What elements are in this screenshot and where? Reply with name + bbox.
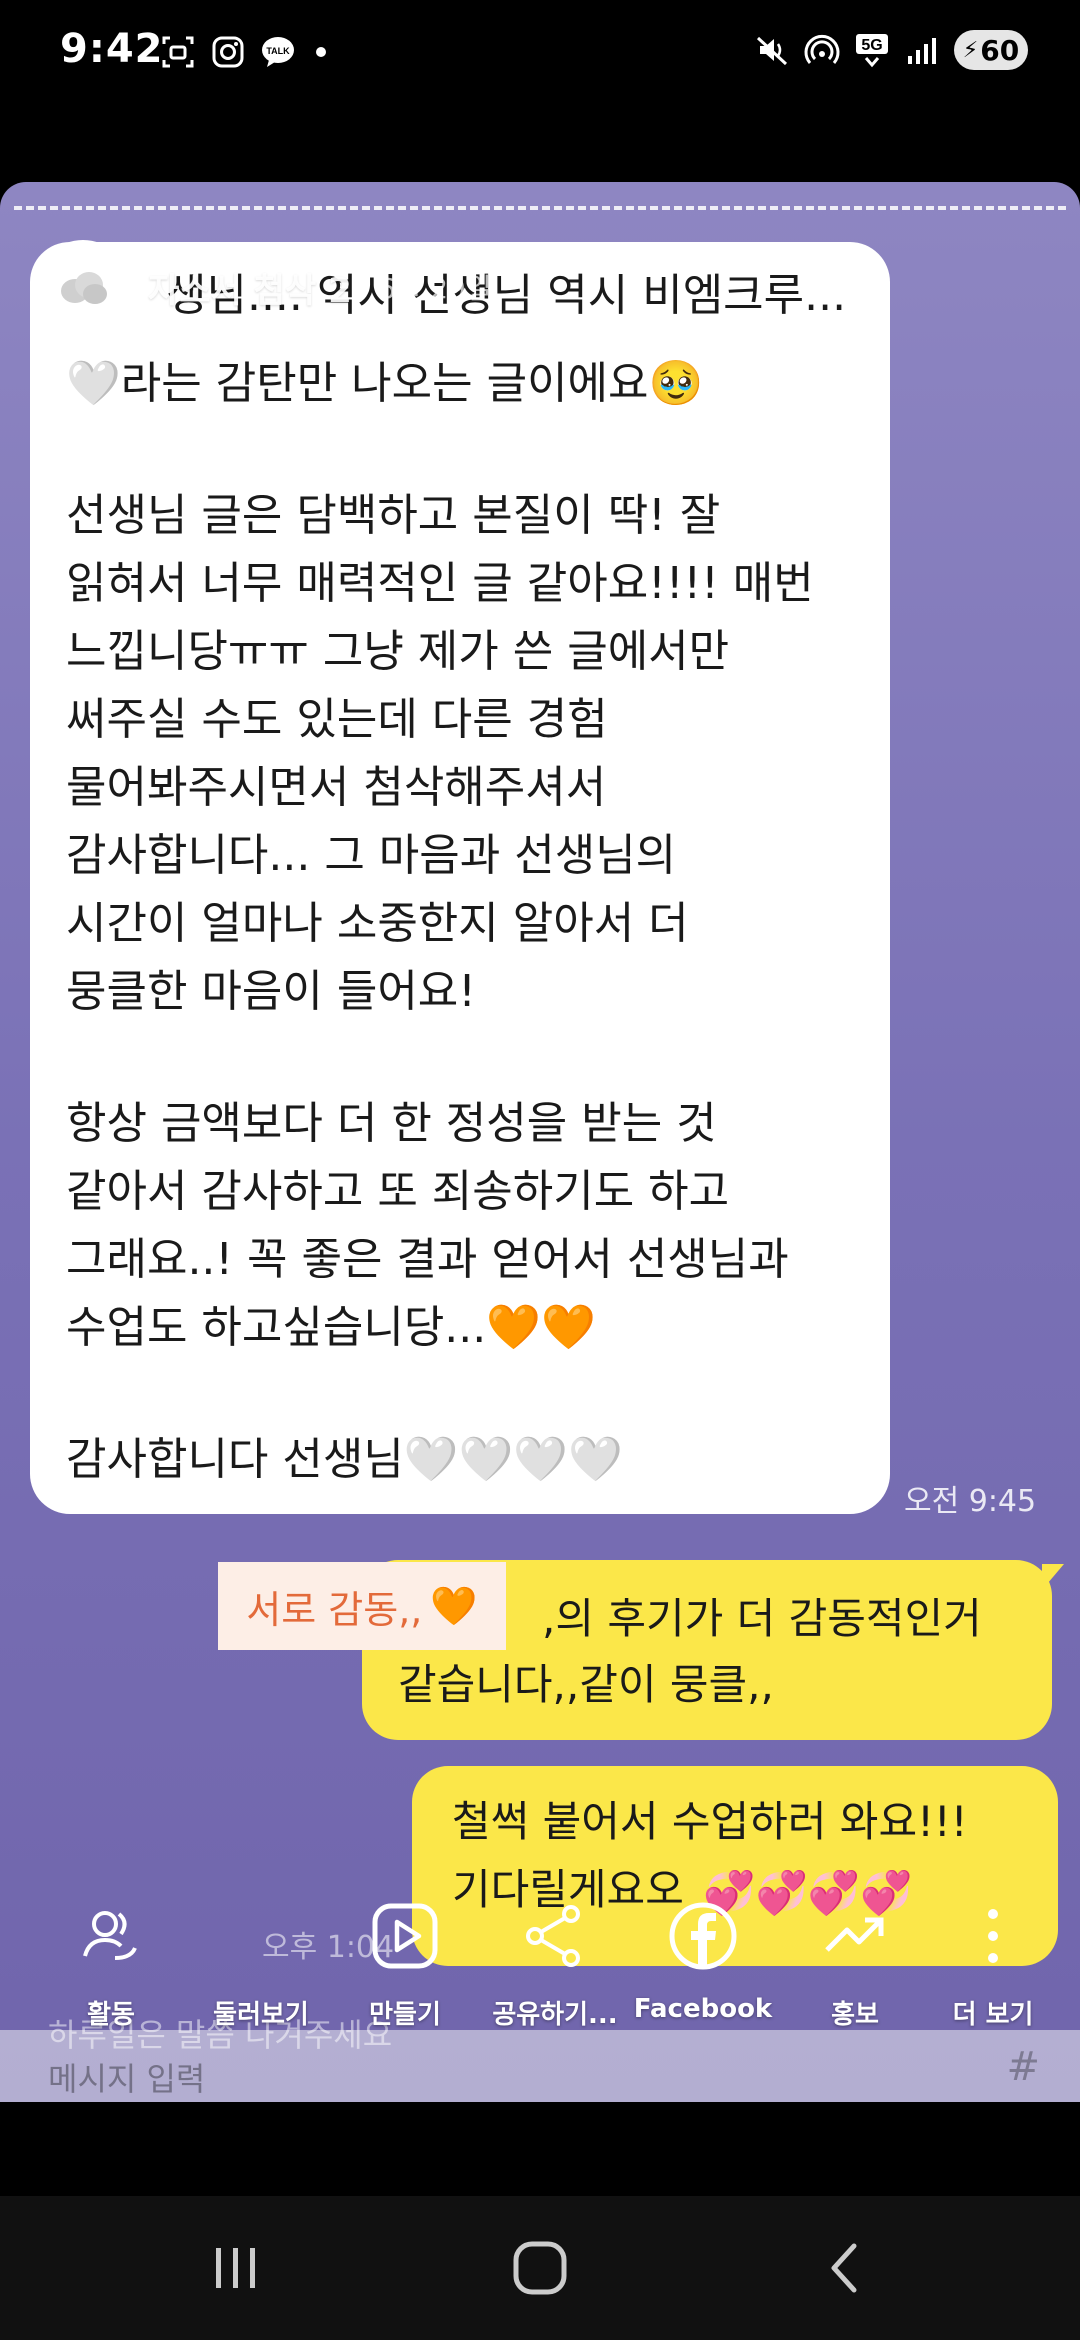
cloud-icon xyxy=(61,272,107,304)
facebook-button[interactable]: Facebook xyxy=(628,1882,778,2024)
action-label: 둘러보기 xyxy=(213,2000,309,2030)
story-account-name[interactable]: 자소서 첨삭 2 xyxy=(148,263,352,312)
create-button[interactable]: 만들기 xyxy=(330,1882,480,2031)
screenshot-icon xyxy=(162,36,194,68)
message-line: 감사합니다 선생님🤍🤍🤍🤍 xyxy=(66,1434,623,1485)
orange-heart-icon: 🧡 xyxy=(430,1583,478,1628)
notification-icons: TALK xyxy=(160,34,326,70)
message-line: 느낍니당ㅠㅠ 그냥 제가 쓴 글에서만 xyxy=(66,626,730,677)
svg-text:5G: 5G xyxy=(861,37,882,54)
story-progress-bar xyxy=(14,206,1066,210)
message-line: 읽혀서 너무 매력적인 글 같아요!!!! 매번 xyxy=(66,558,814,609)
more-notifications-dot xyxy=(316,47,326,57)
battery-indicator: ⚡ 60 xyxy=(954,30,1028,70)
battery-level: 60 xyxy=(980,33,1020,67)
charging-icon: ⚡ xyxy=(962,37,979,63)
message-line: 같습니다,,같이 뭉클,, xyxy=(398,1660,774,1709)
action-label: 공유하기... xyxy=(492,2000,618,2030)
message-line: 써주실 수도 있는데 다른 경험 xyxy=(66,694,608,745)
home-button[interactable] xyxy=(500,2236,580,2300)
hash-icon: # xyxy=(1006,2044,1040,2090)
share-button[interactable]: 공유하기... xyxy=(480,1882,630,2031)
message-line: 수업도 하고싶습니당...🧡🧡 xyxy=(66,1302,596,1353)
message-line: 뭉클한 마음이 들어요! xyxy=(66,966,476,1017)
instagram-icon xyxy=(212,36,244,68)
action-label: Facebook xyxy=(633,1994,773,2024)
sticker-text: 서로 감동,, xyxy=(246,1587,423,1632)
message-line: 시간이 얼마나 소중한지 알아서 더 xyxy=(66,898,689,949)
message-line: 같아서 감사하고 또 죄송하기도 하고 xyxy=(66,1166,730,1217)
bubble-tail xyxy=(1042,1564,1064,1590)
story-date: 6월 29일 xyxy=(377,272,492,305)
received-time: 오전 9:45 xyxy=(904,1484,1037,1519)
promote-icon xyxy=(825,1917,884,1952)
browse-button[interactable]: 둘러보기 xyxy=(186,1882,336,2031)
system-nav-bar xyxy=(0,2196,1080,2340)
back-icon xyxy=(831,2243,857,2293)
chat-input-placeholder: 메시지 입력 xyxy=(48,2060,206,2098)
message-line: 감사합니다... 그 마음과 선생님의 xyxy=(66,830,677,881)
recent-apps-button[interactable] xyxy=(196,2236,276,2300)
more-icon xyxy=(988,1909,998,1963)
promote-button[interactable]: 홍보 xyxy=(780,1882,930,2031)
activity-button[interactable]: 활동 xyxy=(36,1882,186,2031)
action-label: 홍보 xyxy=(831,2000,879,2030)
message-line: 철썩 붙어서 수업하러 와요!!! xyxy=(452,1797,968,1846)
mute-icon xyxy=(756,36,788,66)
hotspot-icon xyxy=(804,34,840,64)
avatar[interactable] xyxy=(36,240,130,334)
story-header[interactable]: 자소서 첨삭 2 6월 29일 xyxy=(36,240,492,334)
action-label: 활동 xyxy=(87,2000,135,2030)
message-line: 그래요..! 꼭 좋은 결과 얻어서 선생님과 xyxy=(66,1234,789,1285)
create-icon xyxy=(372,1903,438,1969)
received-message-bubble: 🤍라는 감탄만 나오는 글이에요🥹 선생님 글은 담백하고 본질이 딱! 잘 읽… xyxy=(30,242,890,1514)
browse-icon xyxy=(225,1900,297,1972)
share-icon xyxy=(526,1905,580,1967)
text-sticker[interactable]: 서로 감동,, 🧡 xyxy=(218,1562,506,1650)
action-label: 만들기 xyxy=(369,2000,441,2030)
system-icons: 5G ⚡ 60 xyxy=(754,30,1028,70)
message-line: 🤍라는 감탄만 나오는 글이에요🥹 xyxy=(66,358,704,409)
story-action-bar: 활동 둘러보기 만들기 공유하기... Facebook 홍보 더 보기 xyxy=(0,1882,1080,2042)
more-button[interactable]: 더 보기 xyxy=(918,1882,1068,2031)
activity-icon xyxy=(83,1911,137,1960)
back-button[interactable] xyxy=(804,2236,884,2300)
status-bar: 9:42 TALK 5G ⚡ 60 xyxy=(0,0,1080,115)
facebook-icon xyxy=(669,1902,737,1970)
message-line: 선생님 글은 담백하고 본질이 딱! 잘 xyxy=(66,490,721,541)
home-icon xyxy=(513,2241,567,2295)
5g-icon: 5G xyxy=(856,34,888,68)
signal-icon xyxy=(908,38,936,64)
kakaotalk-icon: TALK xyxy=(262,37,294,67)
recent-apps-icon xyxy=(216,2248,255,2288)
message-line: 물어봐주시면서 첨삭해주셔서 xyxy=(66,762,607,813)
message-line: 항상 금액보다 더 한 정성을 받는 것 xyxy=(66,1098,717,1149)
status-time: 9:42 xyxy=(60,26,164,72)
svg-text:TALK: TALK xyxy=(266,46,290,56)
story-viewer[interactable]: 🤍라는 감탄만 나오는 글이에요🥹 선생님 글은 담백하고 본질이 딱! 잘 읽… xyxy=(0,182,1080,2102)
action-label: 더 보기 xyxy=(952,2000,1034,2030)
